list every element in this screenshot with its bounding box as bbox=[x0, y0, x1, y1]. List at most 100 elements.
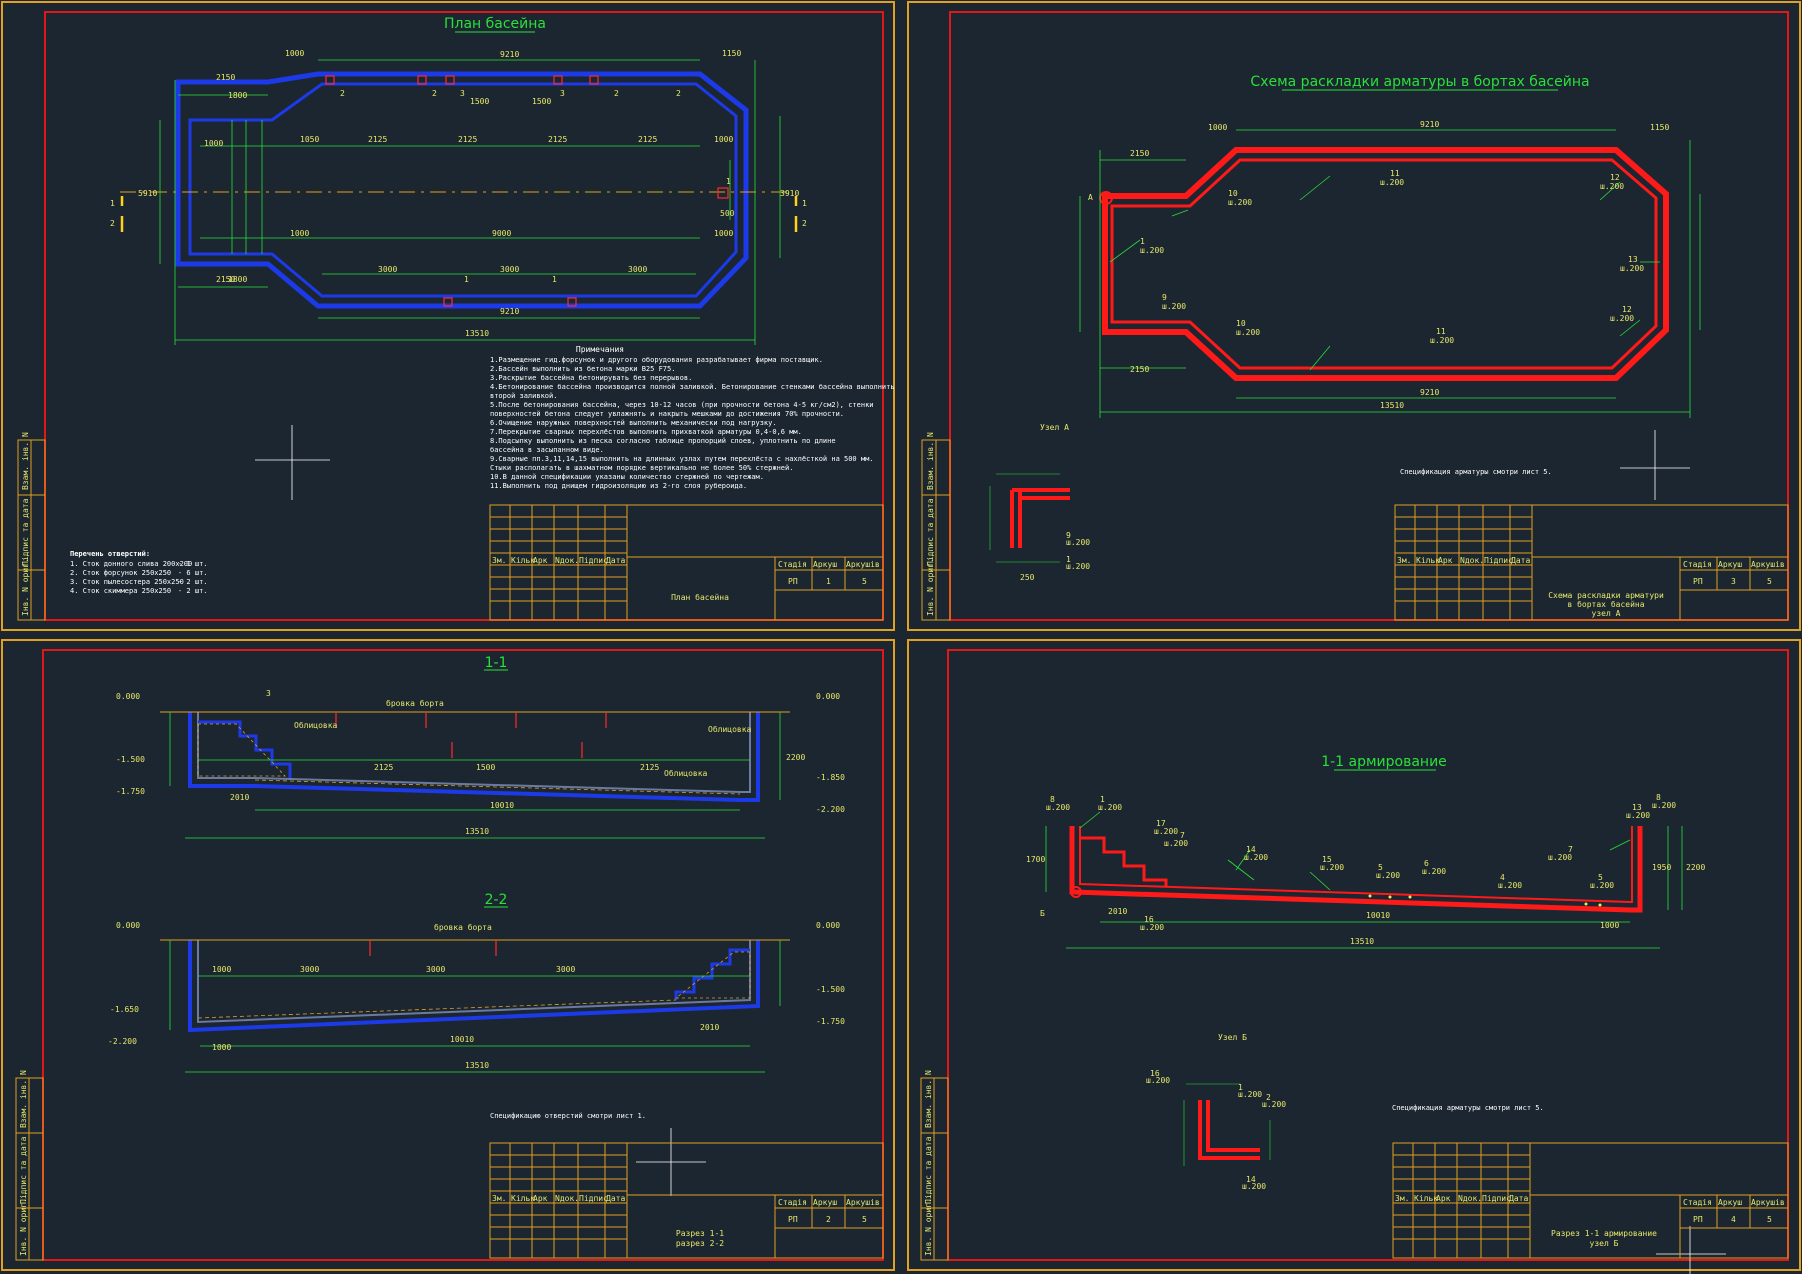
svg-text:1. Сток донного слива 200х200: 1. Сток донного слива 200х200 bbox=[70, 560, 192, 568]
svg-text:2150: 2150 bbox=[1130, 365, 1149, 374]
svg-text:3. Сток пылесостера 250х250: 3. Сток пылесостера 250х250 bbox=[70, 578, 184, 586]
svg-text:9210: 9210 bbox=[500, 307, 519, 316]
svg-text:1.Размещение гид.форсунок и др: 1.Размещение гид.форсунок и другого обор… bbox=[490, 356, 823, 364]
svg-text:3000: 3000 bbox=[378, 265, 397, 274]
svg-text:ш.200: ш.200 bbox=[1652, 801, 1676, 810]
svg-text:ш.200: ш.200 bbox=[1162, 302, 1186, 311]
svg-text:Разрез 1-1 армирование: Разрез 1-1 армирование bbox=[1551, 1229, 1657, 1238]
svg-text:11: 11 bbox=[1436, 327, 1446, 336]
svg-text:0.000: 0.000 bbox=[116, 692, 140, 701]
svg-text:-1.750: -1.750 bbox=[116, 787, 145, 796]
svg-text:500: 500 bbox=[720, 209, 735, 218]
svg-text:1150: 1150 bbox=[1650, 123, 1669, 132]
svg-text:Зм.: Зм. bbox=[492, 1194, 506, 1203]
svg-text:2.Бассейн выполнить из бетона: 2.Бассейн выполнить из бетона марки B25 … bbox=[490, 365, 675, 373]
svg-text:ш.200: ш.200 bbox=[1098, 803, 1122, 812]
sheet-frame bbox=[44, 11, 884, 621]
svg-text:2125: 2125 bbox=[638, 135, 657, 144]
svg-text:ш.200: ш.200 bbox=[1430, 336, 1454, 345]
svg-text:2125: 2125 bbox=[374, 763, 393, 772]
svg-text:0.000: 0.000 bbox=[816, 921, 840, 930]
svg-text:13510: 13510 bbox=[465, 827, 489, 836]
svg-text:ш.200: ш.200 bbox=[1236, 328, 1260, 337]
svg-text:12: 12 bbox=[1622, 305, 1632, 314]
svg-text:бассейна в засыпанном виде.: бассейна в засыпанном виде. bbox=[490, 446, 604, 454]
svg-text:Перечень отверстий:: Перечень отверстий: bbox=[70, 550, 150, 558]
svg-text:1: 1 bbox=[464, 275, 469, 284]
svg-text:10010: 10010 bbox=[1366, 911, 1390, 920]
svg-text:1000: 1000 bbox=[204, 139, 223, 148]
svg-text:Облицовка: Облицовка bbox=[664, 768, 708, 778]
svg-text:10.В данной спецификации указа: 10.В данной спецификации указаны количес… bbox=[490, 473, 764, 481]
svg-text:1000: 1000 bbox=[290, 229, 309, 238]
svg-text:5: 5 bbox=[862, 577, 867, 586]
svg-text:ш.200: ш.200 bbox=[1154, 827, 1178, 836]
svg-text:13510: 13510 bbox=[1350, 937, 1374, 946]
svg-text:Схема раскладки арматуры в бор: Схема раскладки арматуры в бортах басейн… bbox=[1250, 74, 1589, 90]
svg-text:3000: 3000 bbox=[426, 965, 445, 974]
svg-text:ш.200: ш.200 bbox=[1590, 881, 1614, 890]
svg-text:1: 1 bbox=[1140, 237, 1145, 246]
svg-text:Взам. інв. N: Взам. інв. N bbox=[19, 1070, 28, 1128]
svg-text:1: 1 bbox=[826, 577, 831, 586]
svg-text:ш.200: ш.200 bbox=[1140, 923, 1164, 932]
sheet-title: План басейна bbox=[444, 16, 546, 32]
svg-text:3: 3 bbox=[560, 89, 565, 98]
svg-text:2: 2 bbox=[432, 89, 437, 98]
node-b-detail: 1ш.200 2ш.200 16ш.200 14ш.200 bbox=[1146, 1069, 1286, 1191]
svg-text:Nдок.: Nдок. bbox=[555, 556, 579, 565]
svg-text:2-2: 2-2 bbox=[485, 892, 508, 908]
svg-text:3000: 3000 bbox=[556, 965, 575, 974]
svg-text:Підпис: Підпис bbox=[1482, 1194, 1511, 1203]
svg-text:11: 11 bbox=[1390, 169, 1400, 178]
svg-text:2: 2 bbox=[110, 219, 115, 228]
sheet-border bbox=[1, 1, 895, 631]
svg-text:2: 2 bbox=[614, 89, 619, 98]
svg-text:1000: 1000 bbox=[714, 135, 733, 144]
svg-text:1150: 1150 bbox=[722, 49, 741, 58]
svg-text:1500: 1500 bbox=[532, 97, 551, 106]
svg-text:2150: 2150 bbox=[216, 73, 235, 82]
svg-text:3.Раскрытие бассейна бетонирув: 3.Раскрытие бассейна бетонирувать без пе… bbox=[490, 374, 692, 382]
svg-text:1000: 1000 bbox=[1208, 123, 1227, 132]
svg-text:9210: 9210 bbox=[500, 50, 519, 59]
svg-text:Арк: Арк bbox=[533, 1194, 548, 1203]
svg-text:1: 1 bbox=[552, 275, 557, 284]
svg-text:Аркушів: Аркушів bbox=[1751, 1198, 1785, 1207]
svg-text:9210: 9210 bbox=[1420, 120, 1439, 129]
svg-text:2010: 2010 bbox=[700, 1023, 719, 1032]
svg-text:в бортах басейна: в бортах басейна bbox=[1567, 599, 1644, 609]
svg-text:План басейна: План басейна bbox=[671, 592, 729, 602]
svg-text:Інв. N ориг.: Інв. N ориг. bbox=[19, 1198, 28, 1256]
svg-text:Взам. інв. N: Взам. інв. N bbox=[926, 432, 935, 490]
svg-text:1500: 1500 bbox=[476, 763, 495, 772]
svg-text:2: 2 bbox=[802, 219, 807, 228]
svg-text:9.Сварные пп.3,11,14,15 выполн: 9.Сварные пп.3,11,14,15 выполнить на дли… bbox=[490, 455, 874, 463]
svg-text:8.Подсыпку выполнить из песка: 8.Подсыпку выполнить из песка согласно т… bbox=[490, 437, 836, 445]
svg-text:-1.650: -1.650 bbox=[110, 1005, 139, 1014]
svg-text:4. Сток скиммера 250х250: 4. Сток скиммера 250х250 bbox=[70, 587, 171, 595]
sheet-3-sections: 1-1 2-2 0.000 0.000 -1.500 -1.750 -1.850… bbox=[1, 639, 895, 1271]
svg-text:2: 2 bbox=[340, 89, 345, 98]
svg-text:-2.200: -2.200 bbox=[108, 1037, 137, 1046]
svg-text:1000: 1000 bbox=[285, 49, 304, 58]
svg-text:ш.200: ш.200 bbox=[1228, 198, 1252, 207]
svg-text:Кільк: Кільк bbox=[1416, 556, 1440, 565]
svg-text:11.Выполнить под днищем гидрои: 11.Выполнить под днищем гидроизоляцию из… bbox=[490, 482, 747, 490]
svg-text:1950: 1950 bbox=[1652, 863, 1671, 872]
svg-text:Разрез 1-1: Разрез 1-1 bbox=[676, 1229, 724, 1238]
svg-text:Спецификацию отверстий смотри: Спецификацию отверстий смотри лист 1. bbox=[490, 1112, 646, 1120]
svg-text:1000: 1000 bbox=[1600, 921, 1619, 930]
svg-text:Стадія: Стадія bbox=[1683, 560, 1712, 569]
svg-text:5910: 5910 bbox=[138, 189, 157, 198]
svg-text:узел А: узел А bbox=[1592, 609, 1621, 618]
svg-text:Стыки располагать в шахматном: Стыки располагать в шахматном порядке ве… bbox=[490, 464, 793, 472]
svg-text:Схема раскладки арматури: Схема раскладки арматури bbox=[1548, 591, 1664, 600]
svg-text:250: 250 bbox=[1020, 573, 1035, 582]
svg-text:1-1 армирование: 1-1 армирование bbox=[1321, 754, 1447, 770]
svg-text:Дата: Дата bbox=[606, 556, 625, 565]
svg-text:ш.200: ш.200 bbox=[1422, 867, 1446, 876]
svg-text:13510: 13510 bbox=[465, 1061, 489, 1070]
svg-text:Підпис: Підпис bbox=[579, 1194, 608, 1203]
svg-text:Nдок.: Nдок. bbox=[1460, 556, 1484, 565]
